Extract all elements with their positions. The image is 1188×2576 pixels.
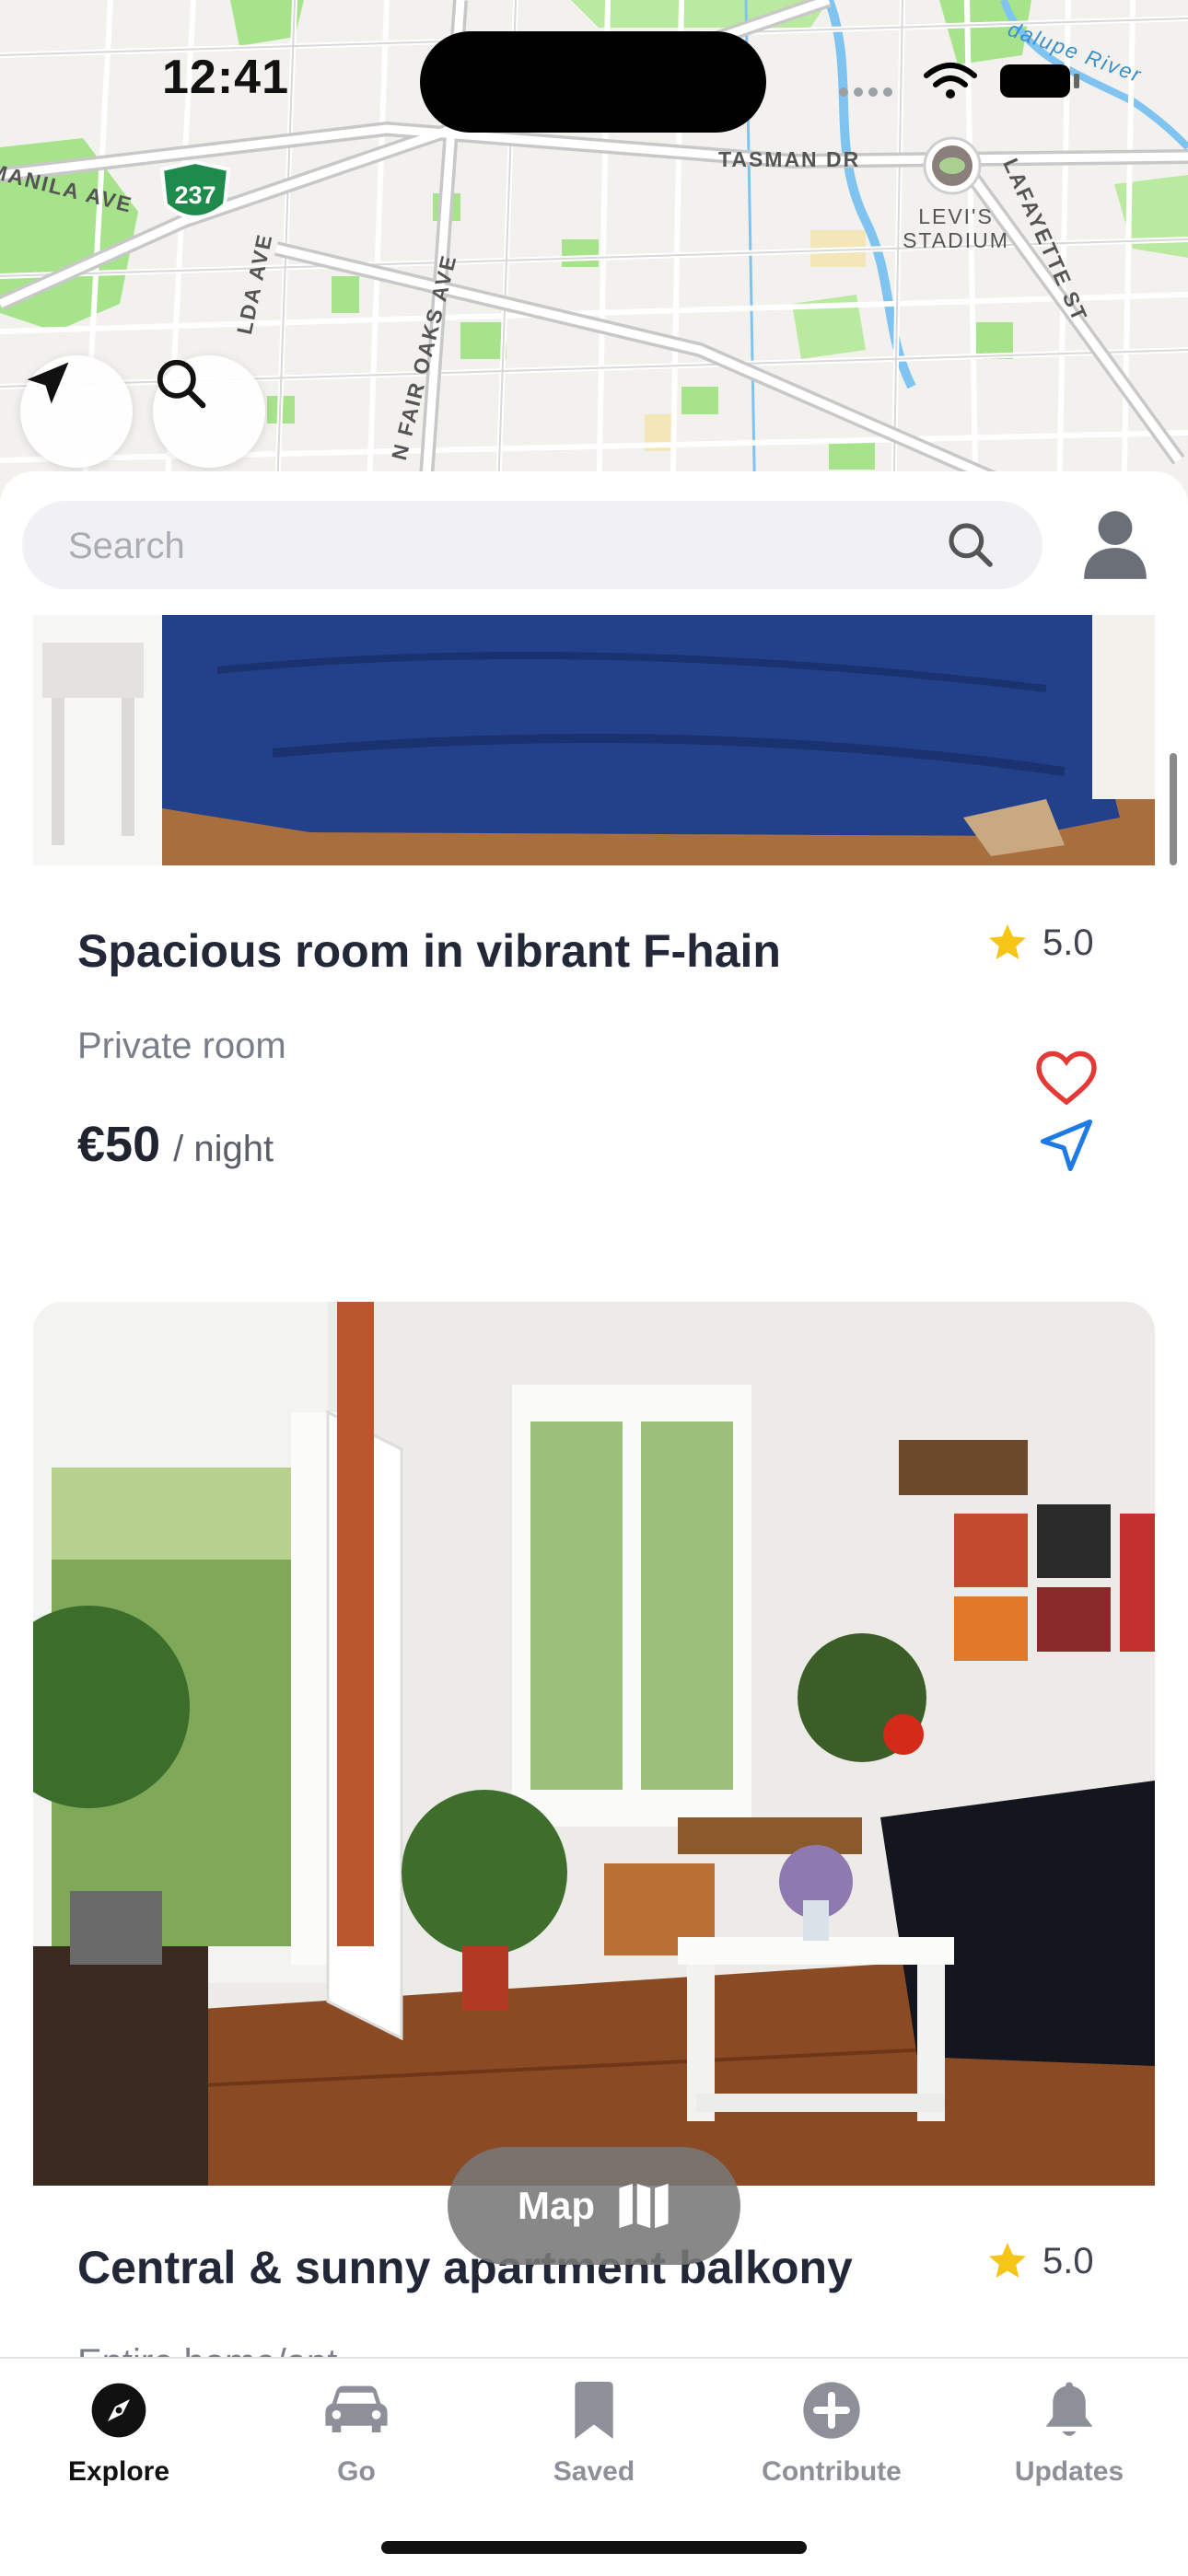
plus-circle-icon [803,2382,860,2439]
living-room-photo [33,1302,1155,2186]
listing-rating: 5.0 [985,921,1094,965]
listing-title[interactable]: Spacious room in vibrant F-hain [77,924,781,978]
listing-rating: 5.0 [985,2239,1094,2283]
map-label-tasman-dr: TASMAN DR [718,147,861,171]
car-icon [325,2385,388,2432]
map-icon [619,2183,669,2229]
rating-value: 5.0 [1042,2240,1094,2281]
price-amount: €50 [77,1117,161,1172]
heart-icon[interactable] [1033,1044,1100,1110]
listing-photo[interactable] [33,615,1155,865]
search-icon[interactable] [945,519,996,571]
tab-contribute[interactable]: Contribute [713,2377,950,2497]
locate-me-button[interactable] [20,355,133,468]
rating-value: 5.0 [1042,922,1094,963]
tab-label: Go [337,2456,376,2487]
bell-icon [1045,2382,1093,2436]
tab-saved[interactable]: Saved [475,2377,713,2497]
compass-icon [91,2383,146,2438]
map-search-button[interactable] [153,355,265,468]
listing-price: €50 / night [77,1116,274,1173]
signal-icon [839,87,892,97]
tab-go[interactable]: Go [238,2377,475,2497]
map-toggle-label: Map [518,2184,595,2227]
status-icons [836,55,1085,101]
map-view[interactable]: 237 MANILA AVE TASMAN DR LAFAYETTE ST LE… [0,0,1188,516]
star-icon [989,924,1026,959]
star-icon [989,2243,1026,2278]
home-indicator [381,2541,807,2554]
dynamic-island [420,31,766,133]
bookmark-icon [575,2382,613,2439]
search-input[interactable] [66,501,917,591]
listing-photo[interactable] [33,1302,1155,2186]
battery-icon [1000,64,1079,98]
status-time: 12:41 [162,51,289,104]
search-icon [157,359,206,409]
tab-label: Saved [553,2456,635,2487]
tab-explore[interactable]: Explore [0,2377,238,2497]
profile-icon[interactable] [1081,508,1149,582]
map-label-levis-stadium: LEVI'S STADIUM [903,204,1009,252]
tab-label: Contribute [762,2456,902,2487]
tab-label: Updates [1014,2456,1124,2487]
map-toggle-button[interactable]: Map [448,2147,740,2265]
bedroom-photo [33,615,1155,865]
search-bar[interactable] [22,501,1042,591]
tab-label: Explore [67,2456,170,2487]
directions-icon[interactable] [1035,1114,1098,1177]
wifi-icon [924,63,977,87]
location-arrow-icon [27,362,69,404]
listing-room-type: Private room [77,1026,286,1066]
listing-title[interactable]: Central & sunny apartment balkony [77,2241,853,2294]
tab-updates[interactable]: Updates [950,2377,1188,2497]
price-unit: / night [173,1129,274,1169]
scrollbar[interactable] [1170,753,1177,865]
highway-shield: 237 [174,180,216,209]
